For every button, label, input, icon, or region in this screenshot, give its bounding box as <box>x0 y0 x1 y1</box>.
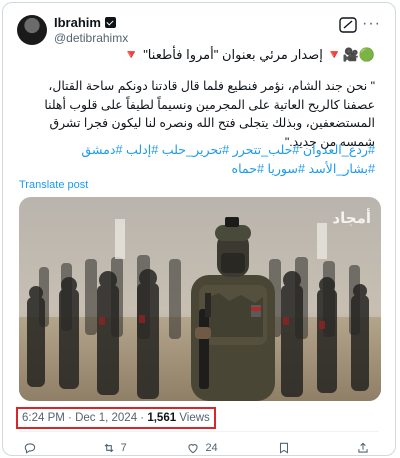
action-bar: 7 24 <box>23 441 375 455</box>
like-count: 24 <box>205 442 218 454</box>
post-date[interactable]: Dec 1, 2024 <box>75 412 137 424</box>
views-label: Views <box>179 412 210 424</box>
views-count[interactable]: 1,561 <box>147 412 176 424</box>
post-body: " نحن جند الشام، نؤمر فنطيع فلما قال قاد… <box>44 79 375 149</box>
avatar[interactable] <box>17 15 47 45</box>
author-handle[interactable]: @detibrahimx <box>54 31 128 45</box>
media-watermark: أمجاد <box>332 208 371 227</box>
post-title-line: 🟢🎥🔻 إصدار مرئي بعنوان "أمروا فأطعنا" 🔻 <box>123 47 375 62</box>
media-image[interactable]: أمجاد <box>19 197 381 401</box>
bookmark-icon <box>280 442 289 454</box>
like-button[interactable]: 24 <box>186 441 218 455</box>
share-icon <box>358 442 368 453</box>
post-time[interactable]: 6:24 PM <box>22 412 65 424</box>
meta-separator: · <box>140 412 145 424</box>
translate-post-link[interactable]: Translate post <box>19 179 88 191</box>
post-hashtags[interactable]: #ردع_العدوان #حلب_تتحرر #تحرير_حلب #إدلب… <box>19 141 375 178</box>
share-button[interactable] <box>356 441 375 455</box>
more-options-icon[interactable]: ··· <box>362 15 381 33</box>
reply-icon <box>24 443 36 454</box>
meta-separator: · <box>68 412 72 424</box>
reply-button[interactable] <box>23 441 42 455</box>
retweet-icon <box>104 443 114 453</box>
bookmark-button[interactable] <box>277 441 296 455</box>
verified-badge-icon <box>104 17 116 28</box>
retweet-button[interactable]: 7 <box>102 441 127 455</box>
post-card: Ibrahim @detibrahimx ··· 🟢🎥🔻 إصدار مرئي … <box>2 2 396 456</box>
retweet-count: 7 <box>120 442 127 454</box>
soldiers-video-still: أمجاد <box>19 197 381 401</box>
grok-icon[interactable] <box>339 17 357 33</box>
divider <box>19 431 379 432</box>
heart-icon <box>188 444 199 454</box>
author-name-row[interactable]: Ibrahim <box>54 15 116 30</box>
post-meta-highlighted: 6:24 PM · Dec 1, 2024 · 1,561 Views <box>16 407 216 429</box>
author-name[interactable]: Ibrahim <box>54 15 101 30</box>
